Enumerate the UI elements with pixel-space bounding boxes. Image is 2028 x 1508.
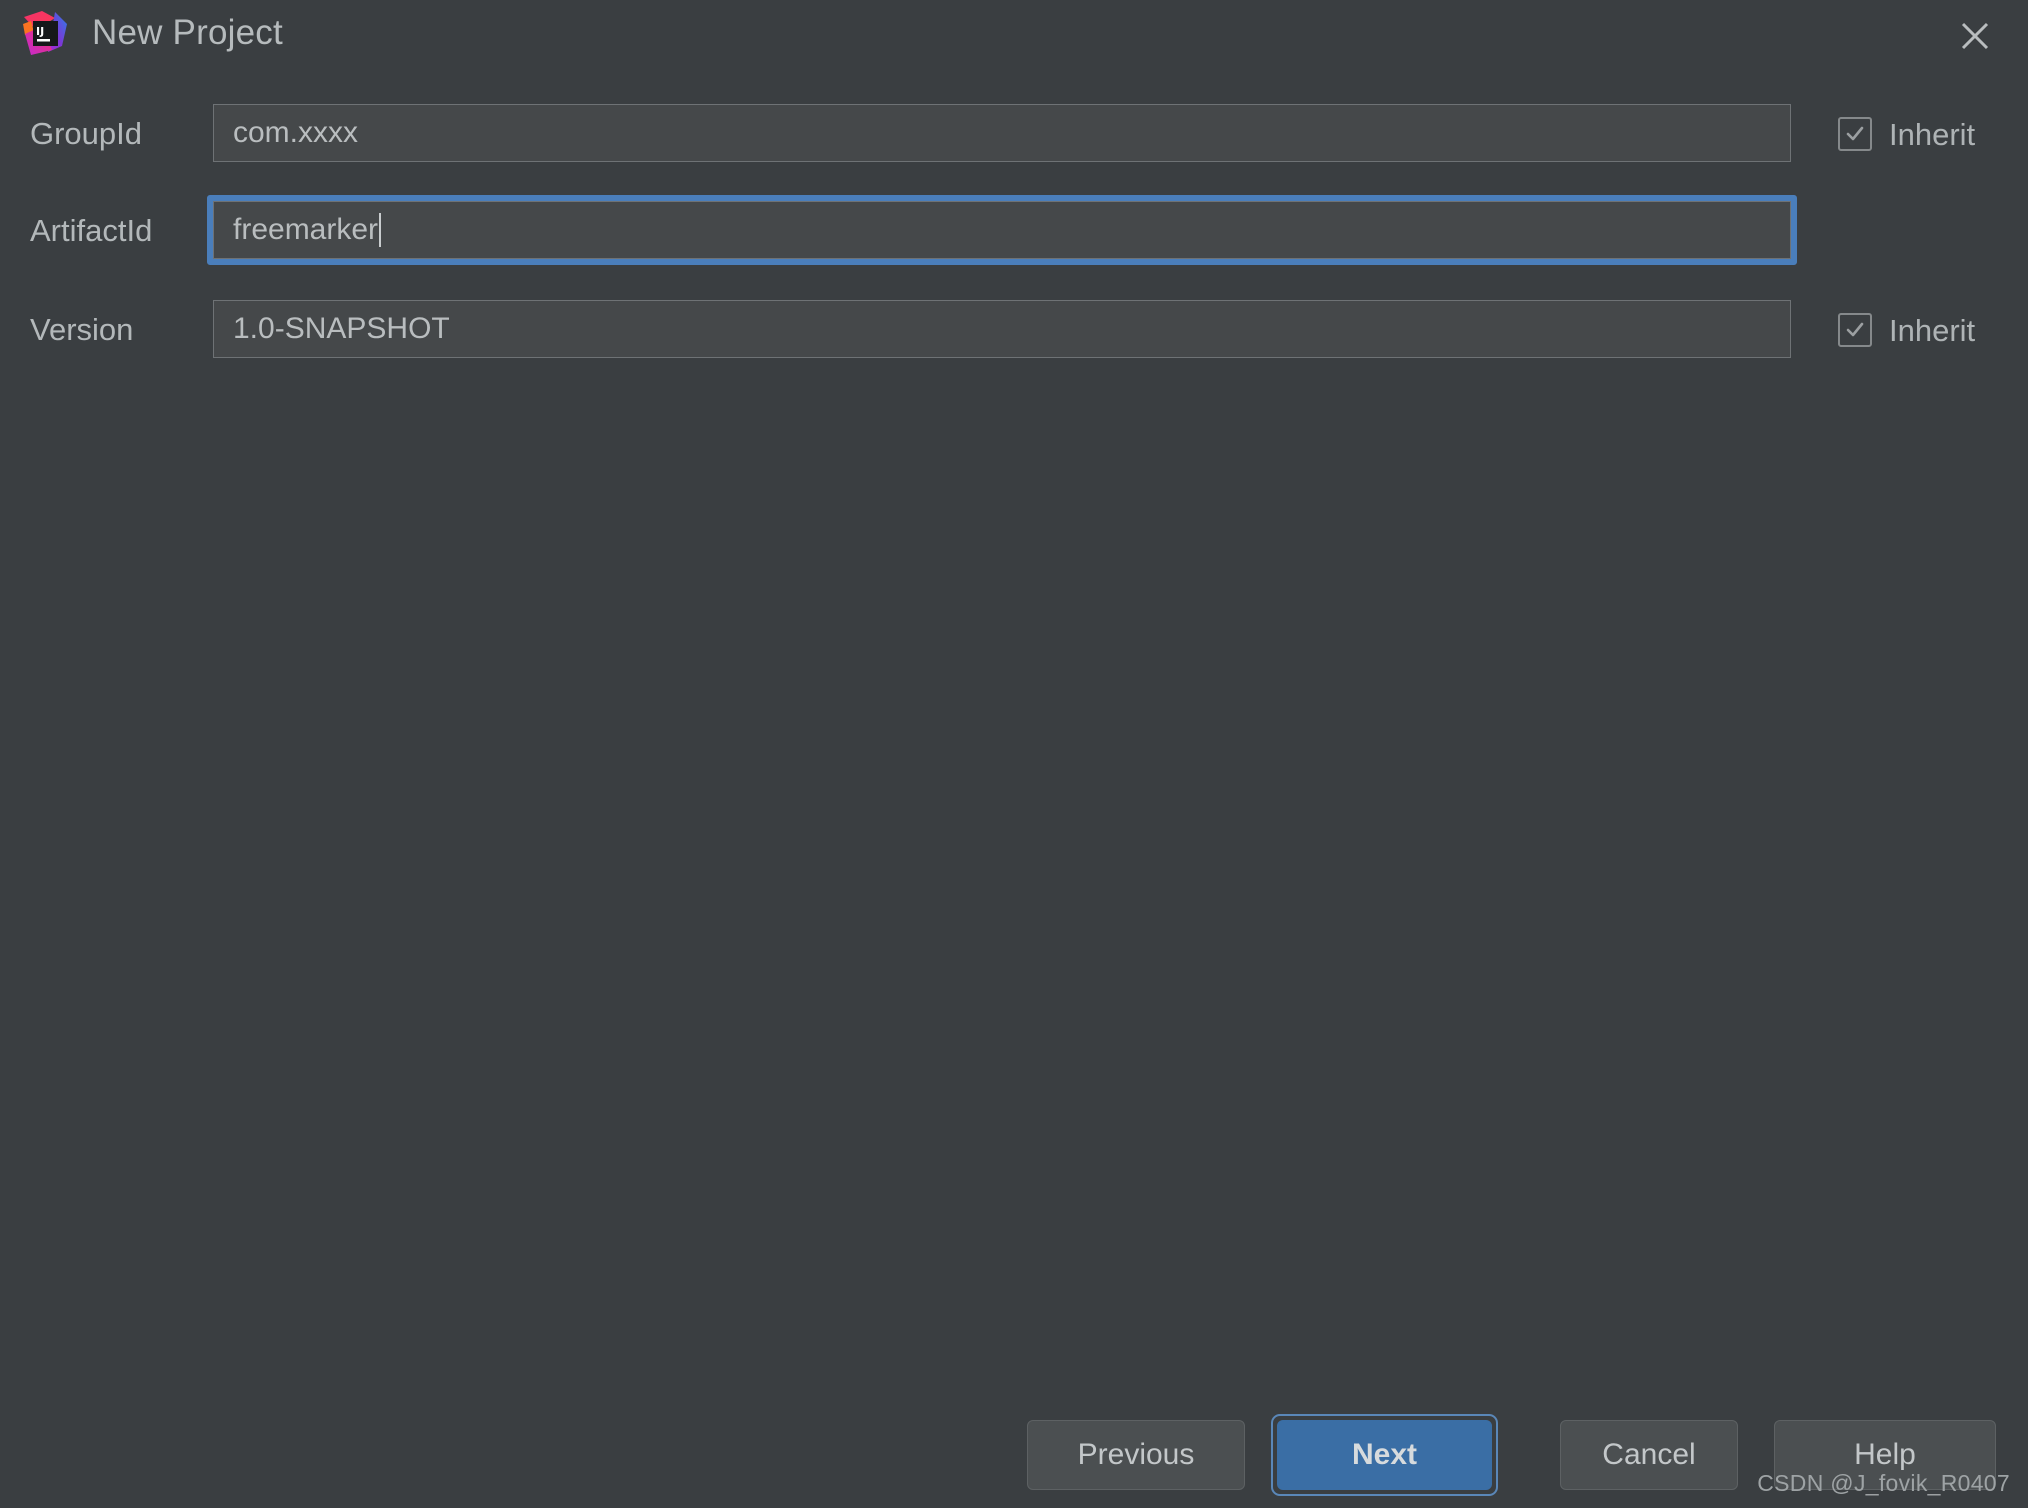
groupid-inherit-checkbox[interactable]: Inherit: [1838, 113, 1975, 155]
version-inherit-checkbox[interactable]: Inherit: [1838, 309, 1975, 351]
csdn-watermark: CSDN @J_fovik_R0407: [1757, 1470, 2010, 1496]
intellij-idea-logo-icon: IJ: [22, 10, 68, 56]
artifactid-label: ArtifactId: [30, 213, 153, 248]
version-input[interactable]: 1.0-SNAPSHOT: [213, 300, 1791, 358]
form-row-groupid: GroupId com.xxxx Inherit: [0, 104, 2028, 164]
cancel-button[interactable]: Cancel: [1560, 1420, 1738, 1490]
dialog-titlebar: IJ New Project: [0, 0, 2028, 78]
version-value: 1.0-SNAPSHOT: [233, 312, 450, 345]
groupid-label: GroupId: [30, 116, 143, 151]
artifactid-value: freemarker: [233, 213, 379, 246]
groupid-input[interactable]: com.xxxx: [213, 104, 1791, 162]
text-caret: [379, 213, 382, 247]
checkbox-checked-icon: [1838, 117, 1872, 151]
svg-text:IJ: IJ: [36, 25, 44, 38]
form-row-artifactid: ArtifactId freemarker: [0, 195, 2028, 265]
new-project-dialog: IJ New Project GroupId com.xxxx Inherit: [0, 0, 2028, 1508]
dialog-footer: Previous Next Cancel Help: [0, 1412, 2028, 1508]
artifactid-input[interactable]: freemarker: [213, 201, 1791, 259]
checkbox-checked-icon: [1838, 313, 1872, 347]
close-icon[interactable]: [1947, 8, 2003, 64]
version-label: Version: [30, 312, 134, 347]
version-inherit-label: Inherit: [1889, 312, 1976, 348]
next-button[interactable]: Next: [1277, 1420, 1492, 1490]
groupid-value: com.xxxx: [233, 116, 359, 149]
dialog-title: New Project: [92, 13, 283, 52]
form-row-version: Version 1.0-SNAPSHOT Inherit: [0, 300, 2028, 360]
groupid-inherit-label: Inherit: [1889, 116, 1976, 152]
previous-button[interactable]: Previous: [1027, 1420, 1245, 1490]
